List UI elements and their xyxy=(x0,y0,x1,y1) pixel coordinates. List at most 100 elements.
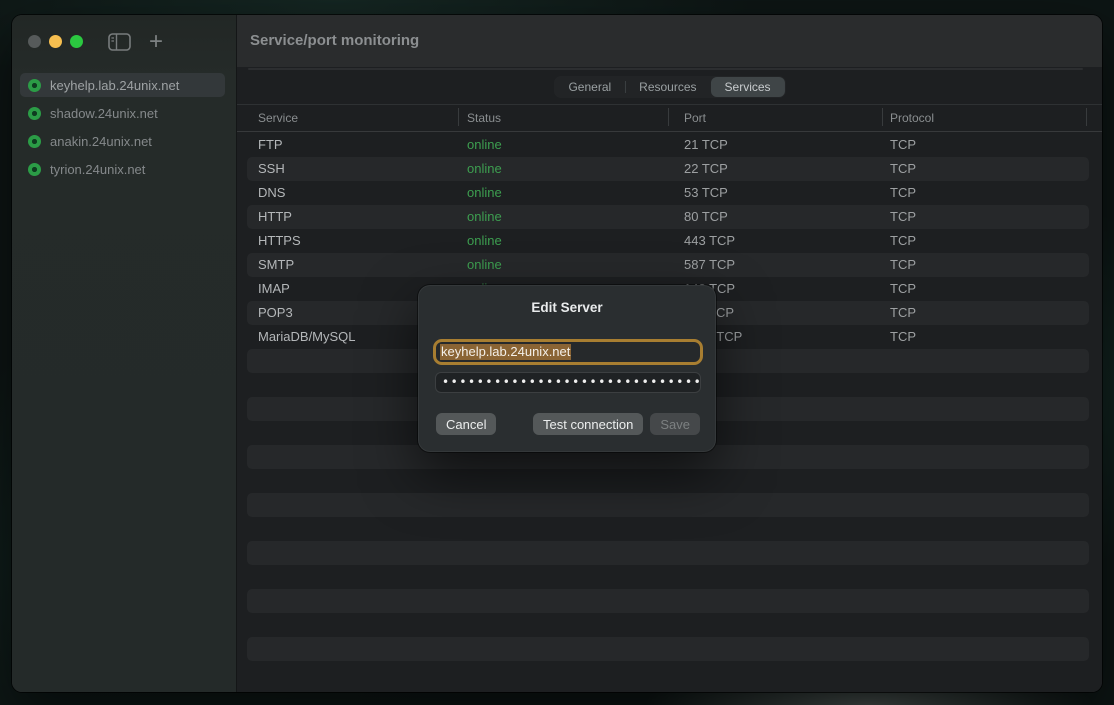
cancel-button[interactable]: Cancel xyxy=(436,413,496,435)
tab-bar: GeneralResourcesServices xyxy=(553,76,785,98)
save-button[interactable]: Save xyxy=(650,413,700,435)
table-row[interactable]: SMTPonline587 TCPTCP xyxy=(247,253,1089,277)
table-cell xyxy=(890,565,1089,589)
table-cell xyxy=(258,517,467,541)
table-cell: online xyxy=(467,133,684,157)
edit-server-modal: Edit Server keyhelp.lab.24unix.net •••••… xyxy=(418,285,716,452)
table-cell: online xyxy=(467,253,684,277)
server-list: keyhelp.lab.24unix.net shadow.24unix.net a… xyxy=(20,73,225,185)
table-cell xyxy=(684,637,890,661)
table-cell: online xyxy=(467,205,684,229)
table-row[interactable]: SSHonline22 TCPTCP xyxy=(247,157,1089,181)
table-cell: HTTPS xyxy=(258,229,467,253)
table-row[interactable]: HTTPonline80 TCPTCP xyxy=(247,205,1089,229)
modal-title: Edit Server xyxy=(418,300,716,315)
sidebar-item-label: anakin.24unix.net xyxy=(50,134,152,149)
sidebar-item[interactable]: anakin.24unix.net xyxy=(20,129,225,153)
table-cell xyxy=(258,565,467,589)
table-cell xyxy=(890,613,1089,637)
server-status-icon xyxy=(28,79,41,92)
table-row[interactable] xyxy=(247,637,1089,661)
table-cell xyxy=(467,565,684,589)
table-row[interactable]: FTPonline21 TCPTCP xyxy=(247,133,1089,157)
column-separator[interactable] xyxy=(1086,108,1087,126)
table-cell xyxy=(890,637,1089,661)
table-cell xyxy=(258,613,467,637)
table-cell xyxy=(258,493,467,517)
table-cell xyxy=(258,469,467,493)
table-cell xyxy=(890,421,1089,445)
table-cell xyxy=(258,637,467,661)
tab-general[interactable]: General xyxy=(554,77,625,97)
sidebar-item-label: tyrion.24unix.net xyxy=(50,162,145,177)
table-cell xyxy=(684,613,890,637)
page-title: Service/port monitoring xyxy=(250,15,419,67)
table-row[interactable]: DNSonline53 TCPTCP xyxy=(247,181,1089,205)
table-cell xyxy=(890,541,1089,565)
table-cell xyxy=(467,589,684,613)
column-separator[interactable] xyxy=(882,108,883,126)
table-cell: TCP xyxy=(890,157,1089,181)
table-cell xyxy=(467,469,684,493)
header-cell-service[interactable]: Service xyxy=(258,106,467,130)
table-cell: 587 TCP xyxy=(684,253,890,277)
table-row[interactable]: HTTPSonline443 TCPTCP xyxy=(247,229,1089,253)
column-separator[interactable] xyxy=(458,108,459,126)
table-cell: TCP xyxy=(890,205,1089,229)
table-cell xyxy=(684,445,890,469)
sidebar-item[interactable]: tyrion.24unix.net xyxy=(20,157,225,181)
table-cell xyxy=(890,517,1089,541)
header-cell-port[interactable]: Port xyxy=(684,106,890,130)
table-cell xyxy=(890,589,1089,613)
table-cell xyxy=(684,541,890,565)
table-row[interactable] xyxy=(247,541,1089,565)
host-input-value: keyhelp.lab.24unix.net xyxy=(440,344,571,360)
table-cell: SSH xyxy=(258,157,467,181)
table-row[interactable] xyxy=(247,469,1089,493)
sidebar-item-label: shadow.24unix.net xyxy=(50,106,158,121)
password-input[interactable]: ••••••••••••••••••••••••••••••••• xyxy=(435,372,701,393)
table-row[interactable] xyxy=(247,589,1089,613)
toggle-sidebar-icon[interactable] xyxy=(108,33,131,51)
table-row[interactable] xyxy=(247,565,1089,589)
column-separator[interactable] xyxy=(668,108,669,126)
table-row[interactable] xyxy=(247,613,1089,637)
table-cell xyxy=(684,565,890,589)
header-cell-status[interactable]: Status xyxy=(467,106,684,130)
server-status-icon xyxy=(28,107,41,120)
table-cell xyxy=(467,493,684,517)
table-cell: 21 TCP xyxy=(684,133,890,157)
close-button[interactable] xyxy=(28,35,41,48)
table-cell: TCP xyxy=(890,181,1089,205)
tab-resources[interactable]: Resources xyxy=(625,77,710,97)
table-row[interactable] xyxy=(247,493,1089,517)
table-cell: TCP xyxy=(890,301,1089,325)
sidebar-item[interactable]: keyhelp.lab.24unix.net xyxy=(20,73,225,97)
table-cell: online xyxy=(467,181,684,205)
test-connection-button[interactable]: Test connection xyxy=(533,413,643,435)
zoom-button[interactable] xyxy=(70,35,83,48)
host-input[interactable]: keyhelp.lab.24unix.net xyxy=(433,339,703,365)
table-row[interactable] xyxy=(247,517,1089,541)
table-cell xyxy=(890,397,1089,421)
table-cell: HTTP xyxy=(258,205,467,229)
add-server-button[interactable]: + xyxy=(149,32,163,52)
table-cell: TCP xyxy=(890,229,1089,253)
table-cell xyxy=(467,541,684,565)
table-cell xyxy=(890,349,1089,373)
table-cell xyxy=(890,373,1089,397)
table-cell: 80 TCP xyxy=(684,205,890,229)
table-cell: TCP xyxy=(890,325,1089,349)
table-cell: TCP xyxy=(890,253,1089,277)
tab-services[interactable]: Services xyxy=(711,77,785,97)
table-cell xyxy=(890,469,1089,493)
sidebar: + keyhelp.lab.24unix.net shadow.24unix.ne… xyxy=(12,15,236,692)
sidebar-item[interactable]: shadow.24unix.net xyxy=(20,101,225,125)
table-cell: TCP xyxy=(890,277,1089,301)
table-cell: TCP xyxy=(890,133,1089,157)
table-cell: online xyxy=(467,157,684,181)
table-cell: FTP xyxy=(258,133,467,157)
titlebar: Service/port monitoring xyxy=(237,15,1102,67)
minimize-button[interactable] xyxy=(49,35,62,48)
header-cell-protocol[interactable]: Protocol xyxy=(890,106,1089,130)
